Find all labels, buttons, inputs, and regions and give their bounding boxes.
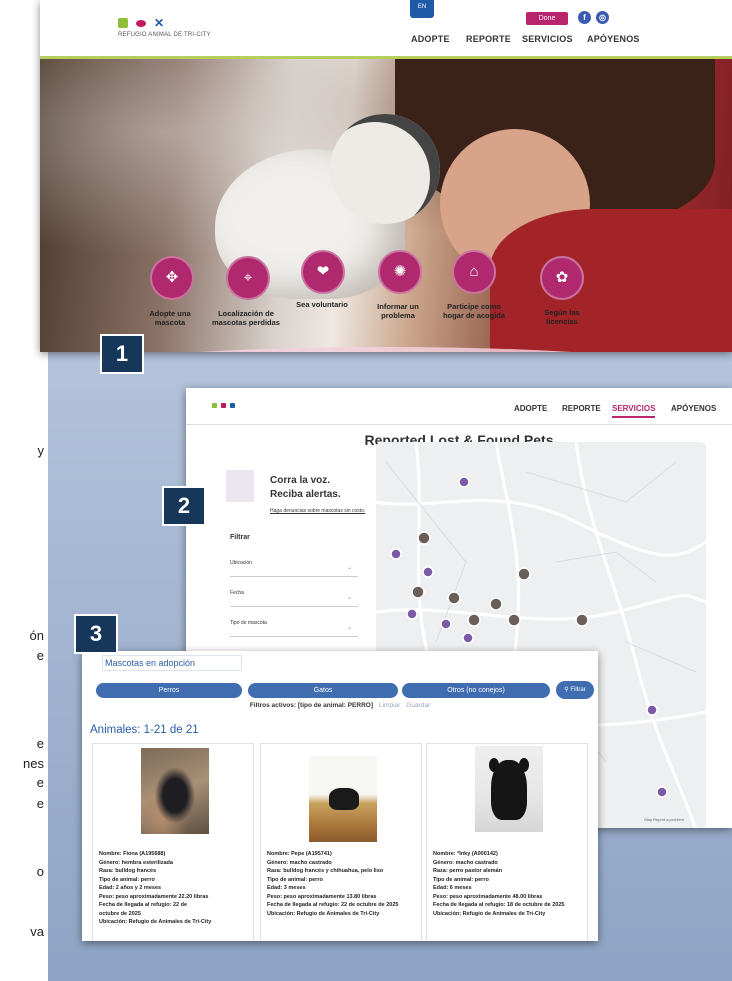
filter-location[interactable]: Ubicación ⌄ [230,560,358,577]
filter-pet-type[interactable]: Tipo de mascota ⌄ [230,620,358,637]
service-label[interactable]: Participe como hogar de acogida [432,302,516,320]
side-text-fragment: e [36,736,44,751]
step-badge-1: 1 [100,334,144,374]
nav-reporte[interactable]: REPORTE [466,34,511,44]
service-label[interactable]: Informar un problema [356,302,440,320]
facebook-icon[interactable]: f [578,11,591,24]
side-text-fragment: e [36,775,44,790]
tab-gatos[interactable]: Gatos [248,683,398,698]
animal-info: Nombre: Fiona (A195688) Género: hembra e… [99,851,212,925]
language-tab[interactable]: EN [410,0,434,18]
logo-blue-mark-icon: ✕ [154,16,165,30]
site-header: ADOPTE REPORTE SERVICIOS APÓYENOS [186,388,732,425]
nav-apoyenos[interactable]: APÓYENOS [587,34,640,44]
done-button[interactable]: Done [526,12,568,25]
active-filters: Filtros activos: [tipo de animal: PERRO]… [249,702,431,709]
animal-card[interactable]: Nombre: Fiona (A195688) Género: hembra e… [92,743,254,941]
animal-info: Nombre: Pepe (A195741) Género: macho cas… [267,851,399,917]
map-attribution[interactable]: Map Report a problem [644,817,684,822]
tab-perros[interactable]: Perros [96,683,242,698]
animal-photo[interactable] [309,756,377,842]
nav-apoyenos[interactable]: APÓYENOS [671,404,716,413]
shelter-logo-small[interactable] [212,403,235,408]
page-title: Mascotas en adopción [102,655,242,671]
nav-servicios[interactable]: SERVICIOS [522,34,573,44]
animal-photo[interactable] [475,746,543,832]
nav-adopte[interactable]: ADOPTE [514,404,547,413]
filter-button[interactable]: ⚲ Filtrar [556,681,594,699]
service-label[interactable]: Sea voluntario [280,300,364,309]
step-badge-2: 2 [162,486,206,526]
service-label[interactable]: Según las licencias [520,308,604,326]
side-text-fragment: va [30,924,44,939]
nav-servicios[interactable]: SERVICIOS [612,404,656,418]
logo-text: REFUGIO ANIMAL DE TRI-CITY [118,32,211,38]
animal-card[interactable]: Nombre: *Inky (A000142) Género: macho ca… [426,743,588,941]
side-text-fragment: nes [23,756,44,771]
side-text-fragment: e [36,648,44,663]
side-text-fragment: o [36,864,44,879]
adoption-listing-screenshot: Mascotas en adopción Perros Gatos Otros … [82,651,598,941]
save-filters-link[interactable]: Guardar [406,702,430,709]
report-link[interactable]: Haga denuncias sobre mascotas sin costo. [270,508,365,514]
side-text-fragment: e [36,796,44,811]
service-label[interactable]: Localización de mascotas perdidas [204,309,288,327]
side-text-fragment: ón [29,628,44,643]
hero-cat-head [330,114,440,224]
heart-hand-icon[interactable]: ❤ [301,250,345,294]
tree-illustration-icon [226,470,254,502]
side-text-fragment: y [37,443,45,458]
homepage-screenshot: ✕ REFUGIO ANIMAL DE TRI-CITY EN Done f ◎… [40,0,732,352]
clear-filters-link[interactable]: Limpiar [379,702,400,709]
filter-date[interactable]: Fecha ⌄ [230,590,358,607]
nav-adopte[interactable]: ADOPTE [411,34,450,44]
logo-green-mark-icon [118,18,128,28]
home-heart-icon[interactable]: ⌂ [452,250,496,294]
animal-info: Nombre: *Inky (A000142) Género: macho ca… [433,851,565,917]
animal-photo[interactable] [141,748,209,834]
site-header: ✕ REFUGIO ANIMAL DE TRI-CITY EN Done f ◎… [40,0,732,59]
step-badge-3: 3 [74,614,118,654]
nav-reporte[interactable]: REPORTE [562,404,601,413]
dog-license-icon[interactable]: ✿ [540,256,584,300]
paw-alert-icon[interactable]: ✺ [378,250,422,294]
shelter-logo[interactable]: ✕ REFUGIO ANIMAL DE TRI-CITY [118,16,211,38]
tab-otros[interactable]: Otros (no conejos) [402,683,550,698]
instagram-icon[interactable]: ◎ [596,11,609,24]
service-label[interactable]: Adopte una mascota [128,309,212,327]
results-count: Animales: 1-21 de 21 [90,724,199,736]
animal-card[interactable]: Nombre: Pepe (A195741) Género: macho cas… [260,743,422,941]
promo-heading: Corra la voz. Reciba alertas. [270,475,341,500]
filter-heading: Filtrar [230,534,250,541]
chevron-down-icon: ⌄ [346,595,352,601]
chevron-down-icon: ⌄ [346,625,352,631]
map-search-icon[interactable]: ⌖ [226,256,270,300]
paw-hand-icon[interactable]: ✥ [150,256,194,300]
chevron-down-icon: ⌄ [346,565,352,571]
logo-magenta-mark-icon [136,19,146,27]
